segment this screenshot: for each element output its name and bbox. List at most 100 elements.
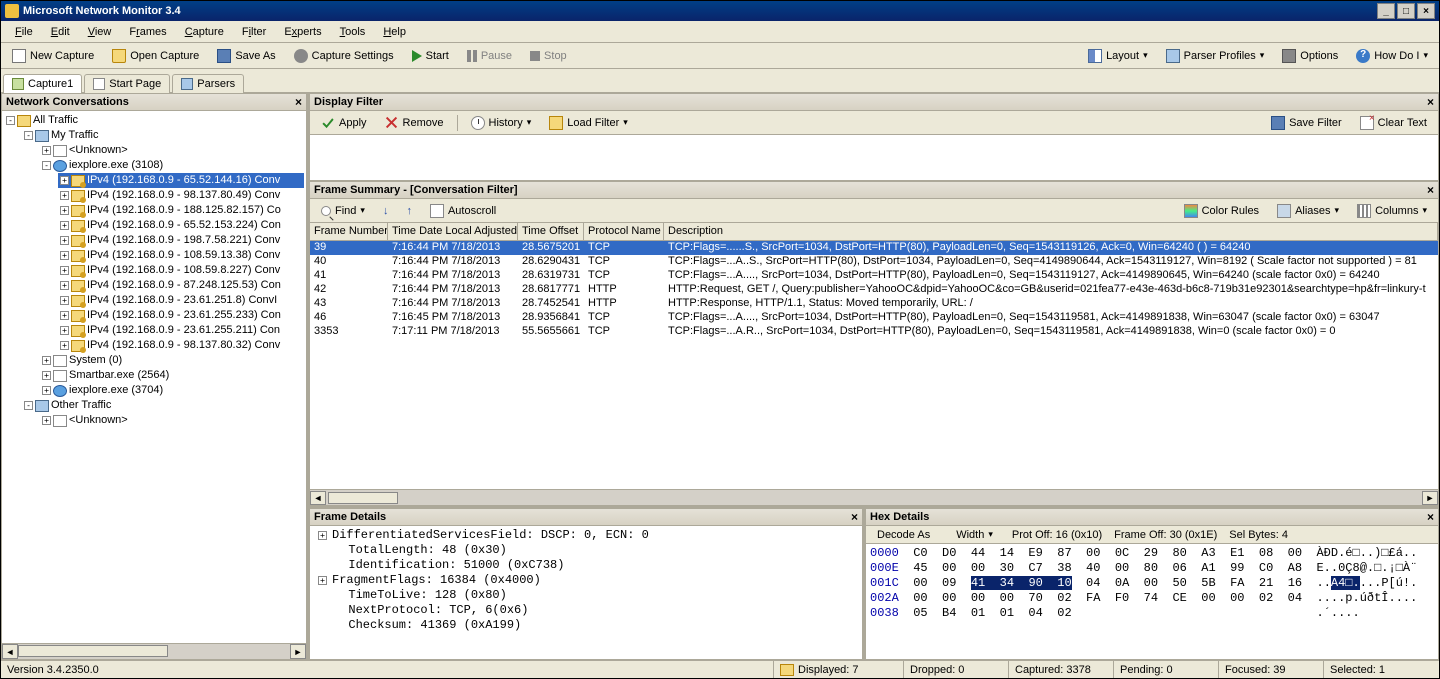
tree-conversation[interactable]: +IPv4 (192.168.0.9 - 108.59.13.38) Conv xyxy=(58,248,304,263)
col-frame-number[interactable]: Frame Number xyxy=(310,223,388,240)
menu-filter[interactable]: Filter xyxy=(234,24,274,40)
fd-line[interactable]: Checksum: 41369 (0xA199) xyxy=(334,618,860,633)
tab-start-page[interactable]: Start Page xyxy=(84,74,170,93)
tree-conversation[interactable]: +IPv4 (192.168.0.9 - 23.61.251.8) ConvI xyxy=(58,293,304,308)
toggle-icon[interactable]: + xyxy=(60,236,69,245)
fs-columns-button[interactable]: Columns xyxy=(1350,201,1434,221)
col-time-date[interactable]: Time Date Local Adjusted xyxy=(388,223,518,240)
expand-icon[interactable]: + xyxy=(318,576,327,585)
menu-edit[interactable]: Edit xyxy=(43,24,78,40)
toggle-icon[interactable]: - xyxy=(6,116,15,125)
fd-line[interactable]: Identification: 51000 (0xC738) xyxy=(334,558,860,573)
table-row[interactable]: 397:16:44 PM 7/18/201328.5675201TCPTCP:F… xyxy=(310,241,1438,255)
tree-other-unknown[interactable]: +<Unknown> xyxy=(40,413,304,428)
hex-row[interactable]: 002A 00 00 00 00 70 02 FA F0 74 CE 00 00… xyxy=(870,591,1434,606)
fs-color-rules-button[interactable]: Color Rules xyxy=(1177,201,1266,221)
toggle-icon[interactable]: + xyxy=(42,356,51,365)
pause-button[interactable]: Pause xyxy=(460,47,519,65)
options-button[interactable]: Options xyxy=(1275,46,1345,66)
df-text-input[interactable] xyxy=(309,135,1439,181)
fs-find-button[interactable]: Find xyxy=(314,202,372,220)
table-row[interactable]: 417:16:44 PM 7/18/201328.6319731TCPTCP:F… xyxy=(310,269,1438,283)
scroll-thumb[interactable] xyxy=(18,645,168,657)
menu-frames[interactable]: Frames xyxy=(121,24,174,40)
layout-button[interactable]: Layout xyxy=(1081,46,1155,66)
fs-hscroll[interactable]: ◄ ► xyxy=(309,490,1439,506)
tree-conversation[interactable]: +IPv4 (192.168.0.9 - 198.7.58.221) Conv xyxy=(58,233,304,248)
col-description[interactable]: Description xyxy=(664,223,1438,240)
toggle-icon[interactable]: + xyxy=(60,251,69,260)
tree-system[interactable]: +System (0) xyxy=(40,353,304,368)
fs-close-icon[interactable]: × xyxy=(1427,183,1434,197)
capture-settings-button[interactable]: Capture Settings xyxy=(287,46,401,66)
fs-grid[interactable]: Frame Number Time Date Local Adjusted Ti… xyxy=(309,223,1439,490)
toggle-icon[interactable]: + xyxy=(60,326,69,335)
hex-row[interactable]: 001C 00 09 41 34 90 10 04 0A 00 50 5B FA… xyxy=(870,576,1434,591)
df-apply-button[interactable]: Apply xyxy=(314,113,374,133)
expand-icon[interactable]: + xyxy=(318,531,327,540)
help-button[interactable]: ?How Do I xyxy=(1349,46,1435,66)
tab-capture1[interactable]: Capture1 xyxy=(3,74,82,93)
fd-close-icon[interactable]: × xyxy=(851,510,858,524)
tree-iexplore-3108[interactable]: -iexplore.exe (3108) xyxy=(40,158,304,173)
tree-conversation[interactable]: +IPv4 (192.168.0.9 - 98.137.80.49) Conv xyxy=(58,188,304,203)
table-row[interactable]: 437:16:44 PM 7/18/201328.7452541HTTPHTTP… xyxy=(310,297,1438,311)
col-protocol[interactable]: Protocol Name xyxy=(584,223,664,240)
toggle-icon[interactable]: + xyxy=(60,176,69,185)
tree-conversation[interactable]: +IPv4 (192.168.0.9 - 23.61.255.233) Con xyxy=(58,308,304,323)
toggle-icon[interactable]: + xyxy=(42,386,51,395)
df-remove-button[interactable]: Remove xyxy=(378,113,451,133)
fs-down-button[interactable]: ↓ xyxy=(376,202,396,220)
save-as-button[interactable]: Save As xyxy=(210,46,282,66)
fd-body[interactable]: +DifferentiatedServicesField: DSCP: 0, E… xyxy=(309,526,863,660)
toggle-icon[interactable]: + xyxy=(42,146,51,155)
toggle-icon[interactable]: + xyxy=(60,221,69,230)
menu-capture[interactable]: Capture xyxy=(177,24,232,40)
menu-file[interactable]: File xyxy=(7,24,41,40)
start-button[interactable]: Start xyxy=(405,47,456,65)
tree-conversation[interactable]: +IPv4 (192.168.0.9 - 98.137.80.32) Conv xyxy=(58,338,304,353)
tree-other-traffic[interactable]: -Other Traffic xyxy=(22,398,304,413)
tree-conversation[interactable]: +IPv4 (192.168.0.9 - 188.125.82.157) Co xyxy=(58,203,304,218)
tree-my-traffic[interactable]: -My Traffic xyxy=(22,128,304,143)
close-button[interactable]: × xyxy=(1417,3,1435,19)
fd-line[interactable]: +DifferentiatedServicesField: DSCP: 0, E… xyxy=(334,528,860,543)
tree-conversation[interactable]: +IPv4 (192.168.0.9 - 108.59.8.227) Conv xyxy=(58,263,304,278)
tree-conversation[interactable]: +IPv4 (192.168.0.9 - 65.52.144.16) Conv xyxy=(58,173,304,188)
hx-decode-button[interactable]: Decode As xyxy=(870,526,937,544)
tab-parsers[interactable]: Parsers xyxy=(172,74,244,93)
scroll-thumb[interactable] xyxy=(328,492,398,504)
minimize-button[interactable]: _ xyxy=(1377,3,1395,19)
tree-all-traffic[interactable]: -All Traffic xyxy=(4,113,304,128)
scroll-right-icon[interactable]: ► xyxy=(1422,491,1438,505)
toggle-icon[interactable]: + xyxy=(60,311,69,320)
table-row[interactable]: 427:16:44 PM 7/18/201328.6817771HTTPHTTP… xyxy=(310,283,1438,297)
scroll-left-icon[interactable]: ◄ xyxy=(2,644,18,659)
netconv-close-icon[interactable]: × xyxy=(295,95,302,109)
hex-row[interactable]: 0000 C0 D0 44 14 E9 87 00 0C 29 80 A3 E1… xyxy=(870,546,1434,561)
toggle-icon[interactable]: - xyxy=(24,401,33,410)
hx-body[interactable]: 0000 C0 D0 44 14 E9 87 00 0C 29 80 A3 E1… xyxy=(865,544,1439,660)
fs-aliases-button[interactable]: Aliases xyxy=(1270,201,1346,221)
col-time-offset[interactable]: Time Offset xyxy=(518,223,584,240)
toggle-icon[interactable]: + xyxy=(60,341,69,350)
tree-unknown[interactable]: +<Unknown> xyxy=(40,143,304,158)
fd-line[interactable]: TimeToLive: 128 (0x80) xyxy=(334,588,860,603)
table-row[interactable]: 467:16:45 PM 7/18/201328.9356841TCPTCP:F… xyxy=(310,311,1438,325)
stop-button[interactable]: Stop xyxy=(523,47,574,65)
fs-up-button[interactable]: ↑ xyxy=(399,202,419,220)
scroll-right-icon[interactable]: ► xyxy=(290,644,306,659)
toggle-icon[interactable]: + xyxy=(60,191,69,200)
tree-conversation[interactable]: +IPv4 (192.168.0.9 - 87.248.125.53) Con xyxy=(58,278,304,293)
hex-row[interactable]: 000E 45 00 00 30 C7 38 40 00 80 06 A1 99… xyxy=(870,561,1434,576)
table-row[interactable]: 33537:17:11 PM 7/18/201355.5655661TCPTCP… xyxy=(310,325,1438,339)
df-close-icon[interactable]: × xyxy=(1427,95,1434,109)
tree-iexplore-3704[interactable]: +iexplore.exe (3704) xyxy=(40,383,304,398)
maximize-button[interactable]: □ xyxy=(1397,3,1415,19)
fd-line[interactable]: NextProtocol: TCP, 6(0x6) xyxy=(334,603,860,618)
hex-row[interactable]: 0038 05 B4 01 01 04 02 .´.... xyxy=(870,606,1434,621)
tree-conversation[interactable]: +IPv4 (192.168.0.9 - 23.61.255.211) Con xyxy=(58,323,304,338)
menu-tools[interactable]: Tools xyxy=(332,24,374,40)
netconv-tree[interactable]: -All Traffic -My Traffic +<Unknown> -iex… xyxy=(1,111,307,644)
netconv-hscroll[interactable]: ◄ ► xyxy=(1,644,307,660)
